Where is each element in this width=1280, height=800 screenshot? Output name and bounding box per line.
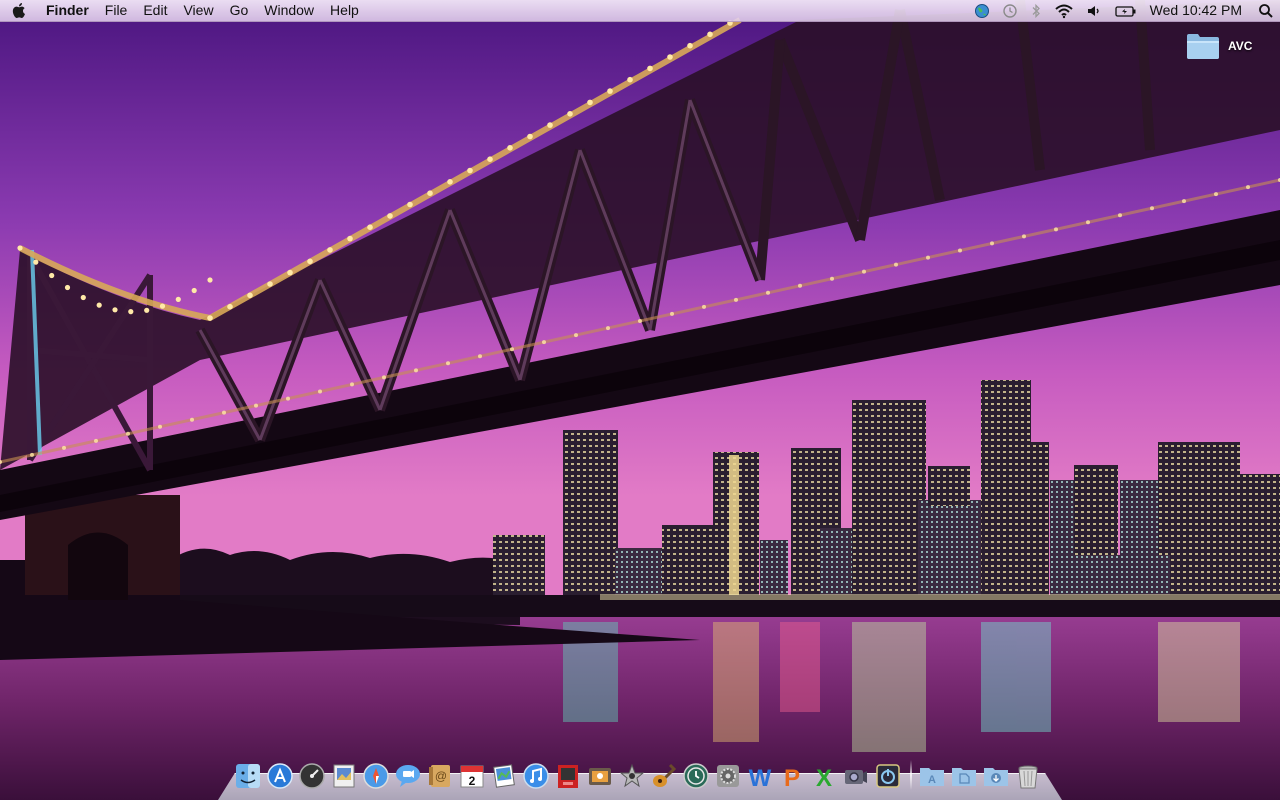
itunes-icon[interactable] xyxy=(522,762,550,790)
menu-edit[interactable]: Edit xyxy=(135,0,175,21)
address-book-icon[interactable]: @ xyxy=(426,762,454,790)
network-globe-icon[interactable] xyxy=(968,0,996,21)
excel-letter: X xyxy=(816,765,832,790)
battery-icon[interactable] xyxy=(1108,0,1144,21)
menu-window[interactable]: Window xyxy=(256,0,322,21)
powerpoint-letter: P xyxy=(784,765,800,790)
powerpoint-icon[interactable]: P xyxy=(778,762,806,790)
desktop-folder-avc[interactable]: AVC xyxy=(1186,32,1252,60)
system-preferences-icon[interactable] xyxy=(714,762,742,790)
ichat-icon[interactable] xyxy=(394,762,422,790)
finder-icon[interactable] xyxy=(234,762,262,790)
garageband-icon[interactable] xyxy=(650,762,678,790)
desktop-folder-label: AVC xyxy=(1228,39,1253,53)
time-machine-icon[interactable] xyxy=(996,0,1024,21)
folder-icon xyxy=(1187,34,1219,59)
excel-icon[interactable]: X xyxy=(810,762,838,790)
menu-help[interactable]: Help xyxy=(322,0,367,21)
app-store-icon[interactable] xyxy=(266,762,294,790)
camera-icon[interactable] xyxy=(842,762,870,790)
power-icon[interactable] xyxy=(874,762,902,790)
documents-folder-icon[interactable] xyxy=(950,762,978,790)
dashboard-icon[interactable] xyxy=(298,762,326,790)
menu-view[interactable]: View xyxy=(175,0,221,21)
bluetooth-icon[interactable] xyxy=(1024,0,1048,21)
spotlight-search-icon[interactable] xyxy=(1252,0,1280,21)
applications-folder-icon[interactable]: A xyxy=(918,762,946,790)
word-icon[interactable]: W xyxy=(746,762,774,790)
volume-icon[interactable] xyxy=(1080,0,1108,21)
wallpaper-image xyxy=(0,0,1280,800)
dock-separator xyxy=(910,760,912,790)
apple-menu-button[interactable] xyxy=(0,0,40,21)
menu-bar: Finder File Edit View Go Window Help Wed… xyxy=(0,0,1280,22)
applications-letter: A xyxy=(928,774,936,786)
preview-icon[interactable] xyxy=(330,762,358,790)
image-capture-icon[interactable] xyxy=(586,762,614,790)
apple-icon xyxy=(12,2,26,18)
iphoto-icon[interactable] xyxy=(490,762,518,790)
downloads-folder-icon[interactable] xyxy=(982,762,1010,790)
menu-file[interactable]: File xyxy=(97,0,136,21)
menu-clock[interactable]: Wed 10:42 PM xyxy=(1144,0,1252,21)
time-machine-dock-icon[interactable] xyxy=(682,762,710,790)
photo-booth-icon[interactable] xyxy=(554,762,582,790)
calendar-date: 2 xyxy=(469,774,476,788)
wifi-icon[interactable] xyxy=(1048,0,1080,21)
desktop: Finder File Edit View Go Window Help Wed… xyxy=(0,0,1280,800)
calendar-icon[interactable]: 2 xyxy=(458,762,486,790)
menu-go[interactable]: Go xyxy=(222,0,257,21)
svg-text:@: @ xyxy=(435,769,447,783)
imovie-icon[interactable] xyxy=(618,762,646,790)
dock: @ 2 W P X A xyxy=(218,756,1062,800)
safari-icon[interactable] xyxy=(362,762,390,790)
word-letter: W xyxy=(749,765,772,790)
trash-icon[interactable] xyxy=(1014,762,1042,790)
menu-app-finder[interactable]: Finder xyxy=(40,0,97,21)
dock-icons: @ 2 W P X A xyxy=(234,758,1046,790)
